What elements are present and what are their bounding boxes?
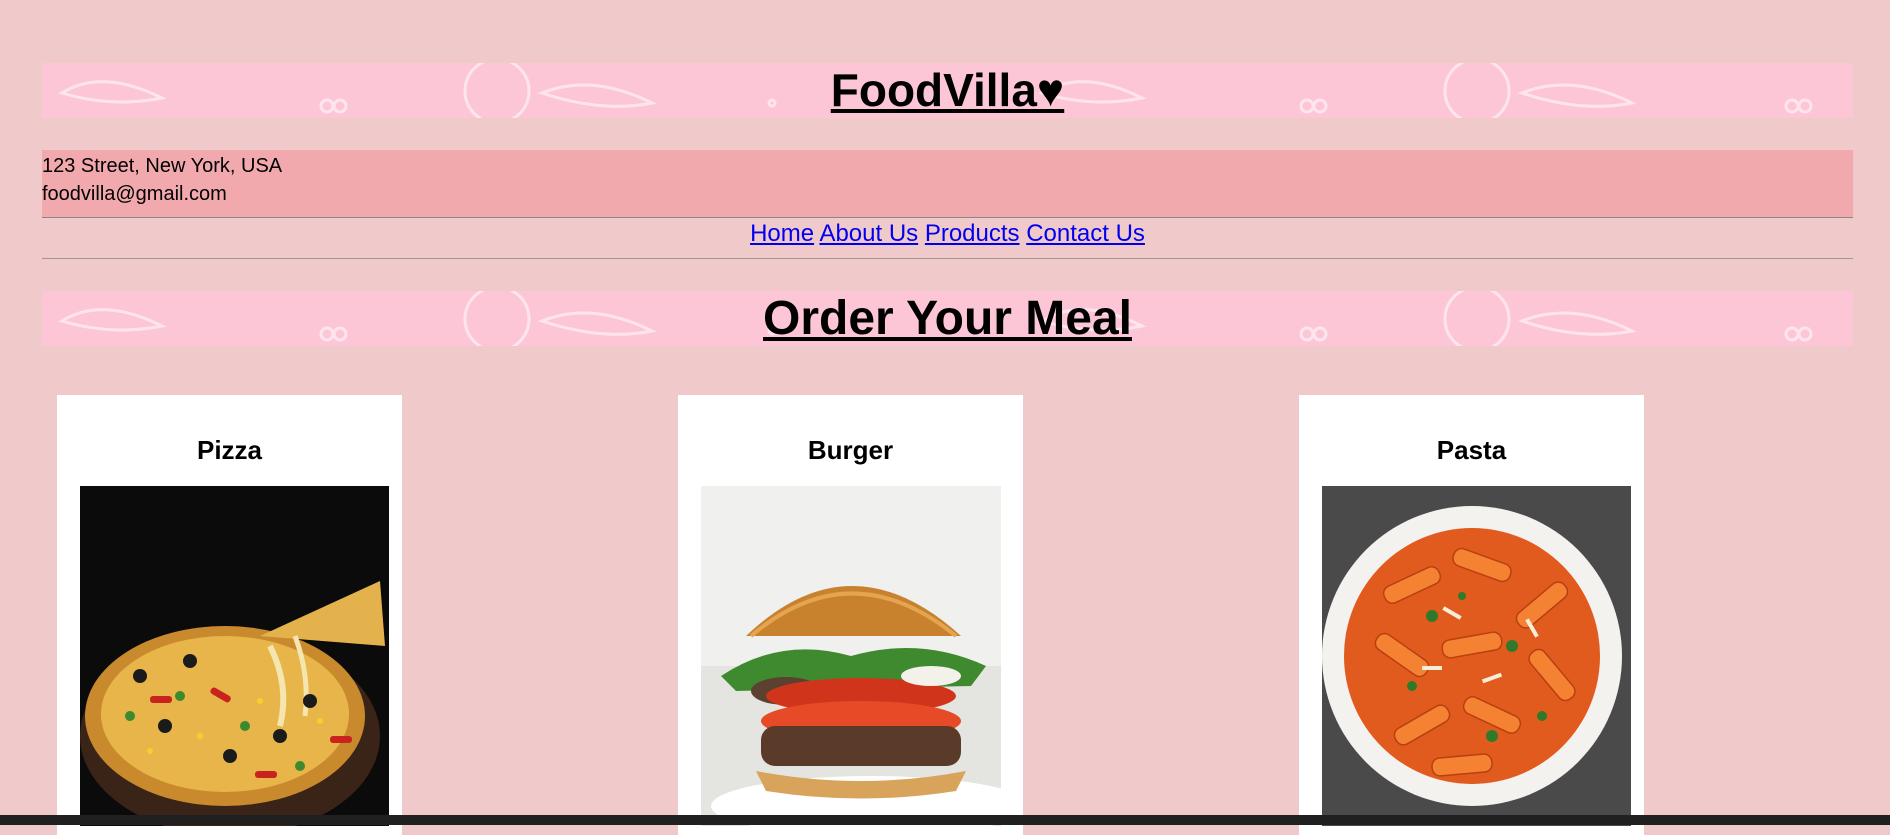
pasta-image[interactable] [1322, 486, 1631, 826]
nav-link-products[interactable]: Products [925, 220, 1020, 247]
product-card-burger[interactable]: Burger [678, 395, 1023, 835]
header-banner: FoodVilla♥ [42, 63, 1853, 118]
page-container: FoodVilla♥ 123 Street, New York, USA foo… [42, 0, 1853, 346]
address-text: 123 Street, New York, USA [42, 155, 283, 177]
product-card-pasta[interactable]: Pasta [1299, 395, 1644, 835]
product-name: Pasta [1436, 435, 1507, 465]
contact-info-bar: 123 Street, New York, USA foodvilla@gmai… [42, 150, 1853, 218]
product-name: Pizza [196, 435, 263, 465]
nav-link-contact-us[interactable]: Contact Us [1026, 220, 1145, 247]
site-title: FoodVilla♥ [830, 64, 1065, 116]
divider [42, 258, 1853, 259]
taskbar [0, 815, 1890, 825]
product-name: Burger [807, 435, 894, 465]
pizza-image[interactable] [80, 486, 389, 826]
email-text: foodvilla@gmail.com [42, 183, 227, 205]
burger-image[interactable] [701, 486, 1001, 826]
nav-link-about-us[interactable]: About Us [819, 220, 918, 247]
section-title: Order Your Meal [763, 292, 1132, 345]
section-banner: Order Your Meal [42, 291, 1853, 346]
product-card-pizza[interactable]: Pizza [57, 395, 402, 835]
main-nav: Home About Us Products Contact Us [42, 218, 1853, 258]
nav-link-home[interactable]: Home [750, 220, 814, 247]
